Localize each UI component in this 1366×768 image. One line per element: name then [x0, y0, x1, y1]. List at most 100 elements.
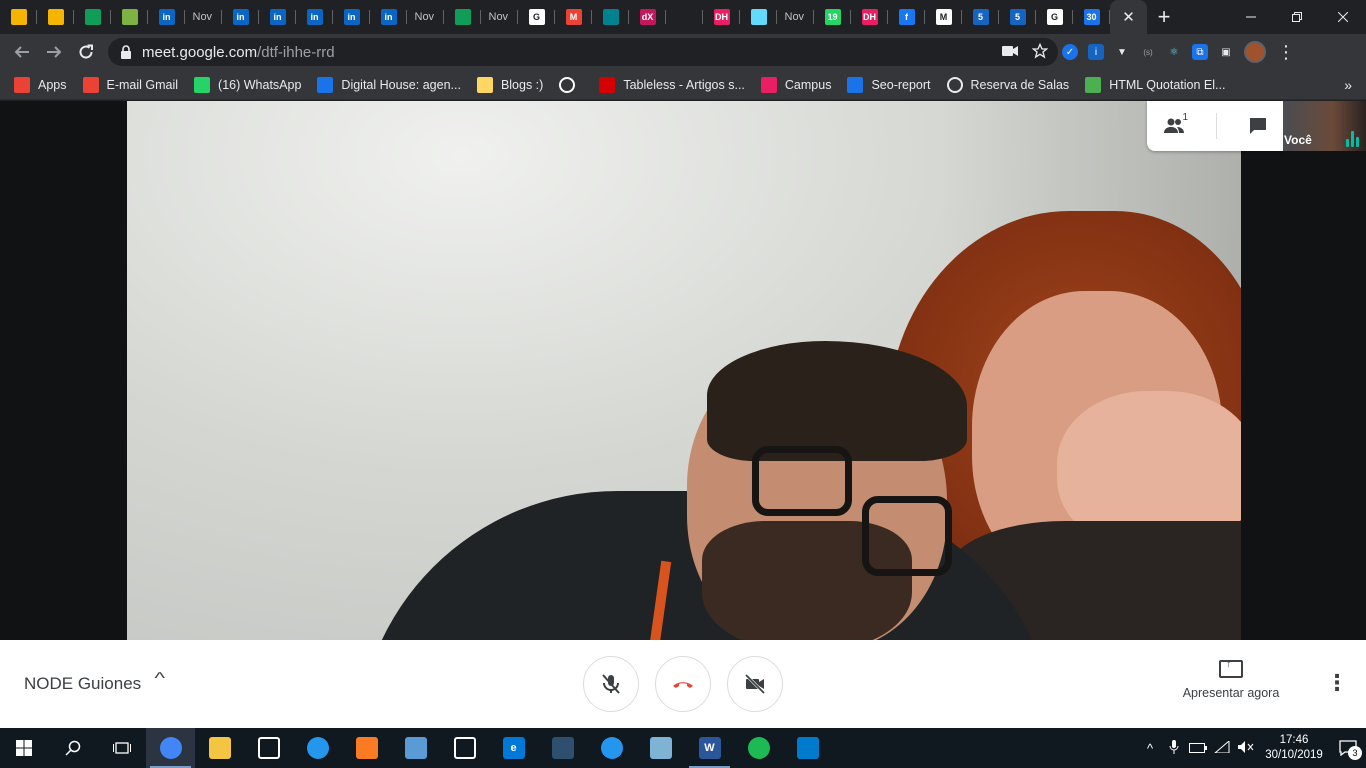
browser-tab[interactable]: Nov — [407, 0, 444, 34]
chevron-up-icon[interactable]: ^ — [1138, 741, 1162, 756]
browser-tab[interactable]: DH — [703, 0, 740, 34]
tab-active-meet[interactable]: ✕ — [1110, 0, 1147, 34]
taskbar-app-mail[interactable] — [244, 728, 293, 768]
browser-tab[interactable]: dX — [629, 0, 666, 34]
chat-button[interactable] — [1248, 116, 1268, 136]
clock[interactable]: 17:46 30/10/2019 — [1258, 733, 1330, 763]
start-button[interactable] — [0, 728, 48, 768]
action-center-button[interactable]: 3 — [1330, 728, 1366, 768]
extension-info-icon[interactable]: i — [1088, 44, 1104, 60]
minimize-icon[interactable] — [1228, 0, 1274, 34]
camera-in-use-icon[interactable] — [1002, 44, 1018, 60]
profile-avatar[interactable] — [1244, 41, 1266, 63]
close-tab-icon[interactable]: ✕ — [1121, 8, 1137, 26]
chrome-menu-icon[interactable]: ⋮ — [1276, 42, 1296, 63]
battery-icon[interactable] — [1186, 741, 1210, 756]
browser-tab[interactable] — [0, 0, 37, 34]
bookmark-item[interactable]: Tableless - Artigos s... — [599, 76, 745, 93]
camera-toggle-button[interactable] — [727, 656, 783, 712]
browser-tab[interactable]: Nov — [481, 0, 518, 34]
browser-tab[interactable]: Nov — [185, 0, 222, 34]
extension-vue-icon[interactable]: ▼ — [1114, 44, 1130, 60]
bookmark-label: Digital House: agen... — [341, 77, 461, 92]
search-button[interactable] — [48, 728, 97, 768]
address-bar[interactable]: meet.google.com/dtf-ihhe-rrd — [108, 38, 1058, 66]
participants-button[interactable]: 1 — [1163, 112, 1188, 134]
docker-icon — [306, 737, 329, 759]
present-now-button[interactable]: Apresentar agora — [1172, 658, 1290, 700]
wifi-icon[interactable] — [1210, 739, 1234, 756]
bookmark-item[interactable]: Apps — [14, 76, 67, 93]
bookmark-item[interactable]: Digital House: agen... — [317, 76, 461, 93]
restore-icon[interactable] — [1274, 0, 1320, 34]
taskbar-app-file-explorer[interactable] — [195, 728, 244, 768]
browser-tab[interactable]: M — [925, 0, 962, 34]
taskbar-app-xampp[interactable] — [342, 728, 391, 768]
extension-s-icon[interactable]: (s) — [1140, 44, 1156, 60]
extension-doc-icon[interactable]: ⧉ — [1192, 44, 1208, 60]
task-view-button[interactable] — [97, 728, 146, 768]
browser-tab[interactable] — [74, 0, 111, 34]
bookmark-item[interactable]: Blogs :) — [476, 76, 543, 93]
browser-tab[interactable] — [111, 0, 148, 34]
taskbar-app-remote-desktop[interactable] — [391, 728, 440, 768]
leave-call-button[interactable] — [655, 656, 711, 712]
browser-tab[interactable]: in — [370, 0, 407, 34]
browser-tab[interactable] — [592, 0, 629, 34]
dh-icon: DH — [713, 9, 730, 25]
taskbar-app-mysql-workbench[interactable] — [538, 728, 587, 768]
browser-tab[interactable]: in — [259, 0, 296, 34]
browser-tab[interactable]: DH — [851, 0, 888, 34]
taskbar-app-notes[interactable] — [636, 728, 685, 768]
taskbar-app-chrome[interactable] — [146, 728, 195, 768]
browser-tab[interactable]: in — [222, 0, 259, 34]
meeting-name[interactable]: NODE Guiones — [24, 674, 141, 694]
taskbar-app-edge[interactable]: e — [489, 728, 538, 768]
taskbar-app-docker[interactable] — [587, 728, 636, 768]
new-tab-button[interactable]: + — [1147, 0, 1181, 34]
bookmark-item[interactable]: Reserva de Salas — [946, 76, 1069, 93]
browser-tab[interactable]: 5 — [999, 0, 1036, 34]
browser-tab[interactable] — [444, 0, 481, 34]
volume-muted-icon[interactable] — [1234, 740, 1258, 756]
taskbar-app-docker[interactable] — [293, 728, 342, 768]
extension-react-icon[interactable]: ⚛ — [1166, 44, 1182, 60]
browser-tab[interactable] — [37, 0, 74, 34]
browser-tab[interactable] — [666, 0, 703, 34]
close-window-icon[interactable] — [1320, 0, 1366, 34]
browser-tab[interactable]: Nov — [777, 0, 814, 34]
bookmarks-overflow-icon[interactable]: » — [1344, 70, 1352, 100]
bookmark-item[interactable]: Campus — [760, 76, 831, 93]
chevron-up-icon[interactable]: ^ — [154, 670, 165, 688]
taskbar-app-word[interactable]: W — [685, 728, 734, 768]
taskbar-app-spotify[interactable] — [734, 728, 783, 768]
taskbar-app-settings[interactable] — [440, 728, 489, 768]
forward-icon[interactable] — [38, 34, 70, 70]
more-options-icon[interactable]: ⋮ — [1326, 670, 1348, 696]
apps-grid-icon — [14, 76, 30, 93]
browser-tab[interactable]: in — [333, 0, 370, 34]
extension-check-icon[interactable]: ✓ — [1062, 44, 1078, 60]
bookmark-item[interactable]: HTML Quotation El... — [1085, 76, 1225, 93]
browser-tab[interactable]: 19 — [814, 0, 851, 34]
microphone-icon[interactable] — [1162, 739, 1186, 757]
bookmark-item[interactable]: Seo-report — [847, 76, 931, 93]
bookmark-item[interactable]: (16) WhatsApp — [194, 76, 301, 93]
taskbar-app-vscode[interactable] — [783, 728, 832, 768]
browser-tab[interactable]: in — [296, 0, 333, 34]
mic-toggle-button[interactable] — [583, 656, 639, 712]
browser-tab[interactable]: in — [148, 0, 185, 34]
browser-tab[interactable]: 5 — [962, 0, 999, 34]
browser-tab[interactable]: M — [555, 0, 592, 34]
picture-in-picture-icon[interactable]: ▣ — [1218, 44, 1234, 60]
bookmark-item[interactable]: E-mail Gmail — [82, 76, 178, 93]
back-icon[interactable] — [6, 34, 38, 70]
bookmark-star-icon[interactable] — [1031, 42, 1049, 62]
browser-tab[interactable]: G — [518, 0, 555, 34]
browser-tab[interactable] — [740, 0, 777, 34]
browser-tab[interactable]: G — [1036, 0, 1073, 34]
browser-tab[interactable]: 30 — [1073, 0, 1110, 34]
bookmark-item[interactable] — [559, 76, 583, 93]
browser-tab[interactable]: f — [888, 0, 925, 34]
reload-icon[interactable] — [70, 34, 102, 70]
